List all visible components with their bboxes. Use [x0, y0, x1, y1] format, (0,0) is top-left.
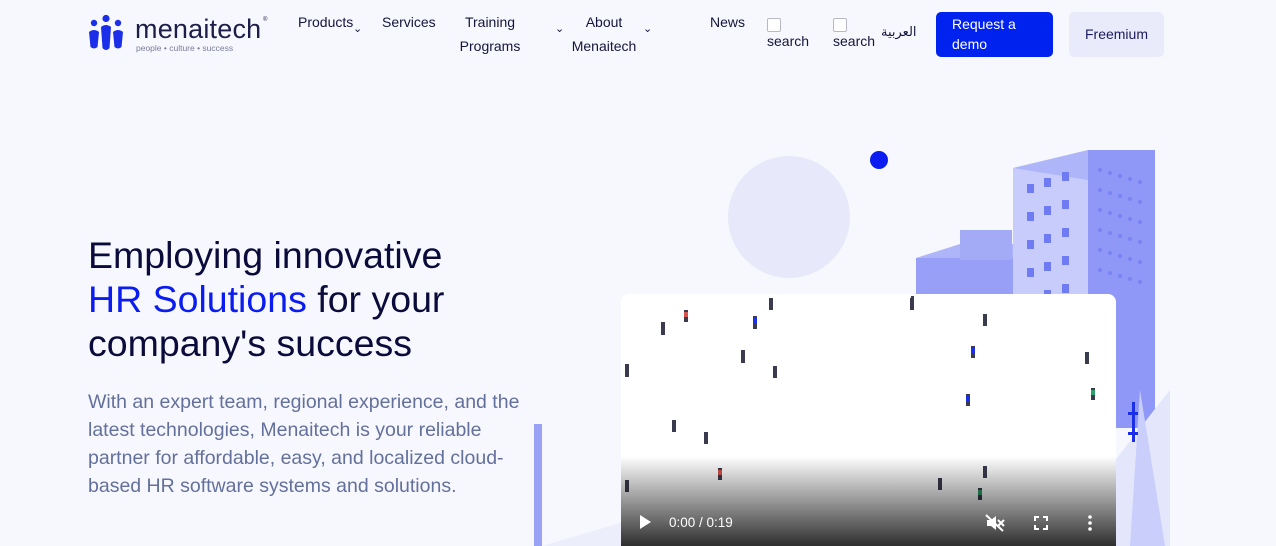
nav-training-label-line2: Programs	[459, 38, 521, 54]
site-header: menaitech ® people • culture • success P…	[0, 0, 1276, 70]
request-demo-button[interactable]: Request a demo	[936, 12, 1053, 57]
nav-training-label-line1: Training	[464, 14, 516, 30]
language-switch-link[interactable]: العربية	[881, 25, 917, 40]
about-chevron-down-icon[interactable]: ⌄	[643, 22, 652, 35]
more-options-icon[interactable]	[1087, 515, 1093, 531]
products-chevron-down-icon[interactable]: ⌄	[353, 22, 362, 35]
hero-title-line3: company's success	[88, 322, 412, 364]
menaitech-logo[interactable]: menaitech ® people • culture • success	[87, 14, 272, 56]
nav-about-label-line1: About	[585, 14, 623, 30]
hero-video-player[interactable]: 0:00 / 0:19	[621, 294, 1116, 546]
broken-image-icon	[833, 18, 847, 32]
hero-description: With an expert team, regional experience…	[88, 391, 520, 497]
search-button-2[interactable]: search	[833, 17, 875, 49]
nav-products-label: Products	[298, 14, 354, 30]
freemium-button[interactable]: Freemium	[1069, 12, 1164, 57]
video-time: 0:00 / 0:19	[669, 515, 733, 530]
hero-title-rest: for your	[306, 278, 445, 320]
video-controls-gradient	[621, 456, 1116, 546]
decorative-bar	[534, 424, 542, 546]
logo-tagline: people • culture • success	[136, 43, 234, 53]
logo-people-icon	[89, 14, 123, 50]
training-chevron-down-icon[interactable]: ⌄	[555, 22, 564, 35]
hero-title-accent: HR Solutions	[88, 278, 307, 320]
nav-about-menaitech[interactable]: About Menaitech	[569, 10, 639, 58]
nav-training-programs[interactable]: Training Programs	[450, 10, 530, 58]
fullscreen-icon[interactable]	[1034, 516, 1048, 530]
search-alt-text-2: search	[833, 33, 876, 49]
decorative-circle	[728, 156, 850, 278]
nav-about-label-line2: Menaitech	[571, 38, 637, 54]
logo-wordmark: menaitech	[135, 14, 262, 44]
nav-news-label: News	[710, 14, 746, 30]
hero-title-line1: Employing innovative	[88, 234, 443, 276]
logo-trademark: ®	[263, 17, 268, 23]
nav-services-label: Services	[382, 14, 436, 30]
search-button-1[interactable]: search	[767, 17, 809, 49]
decorative-dot	[870, 151, 888, 169]
search-alt-text-1: search	[767, 33, 810, 49]
mute-icon[interactable]	[985, 514, 1005, 532]
nav-products[interactable]: Products	[298, 10, 353, 34]
nav-services[interactable]: Services	[382, 10, 436, 34]
play-icon[interactable]	[638, 514, 652, 530]
broken-image-icon	[767, 18, 781, 32]
hero-title: Employing innovative HR Solutions for yo…	[88, 233, 548, 365]
nav-news[interactable]: News	[710, 10, 745, 34]
